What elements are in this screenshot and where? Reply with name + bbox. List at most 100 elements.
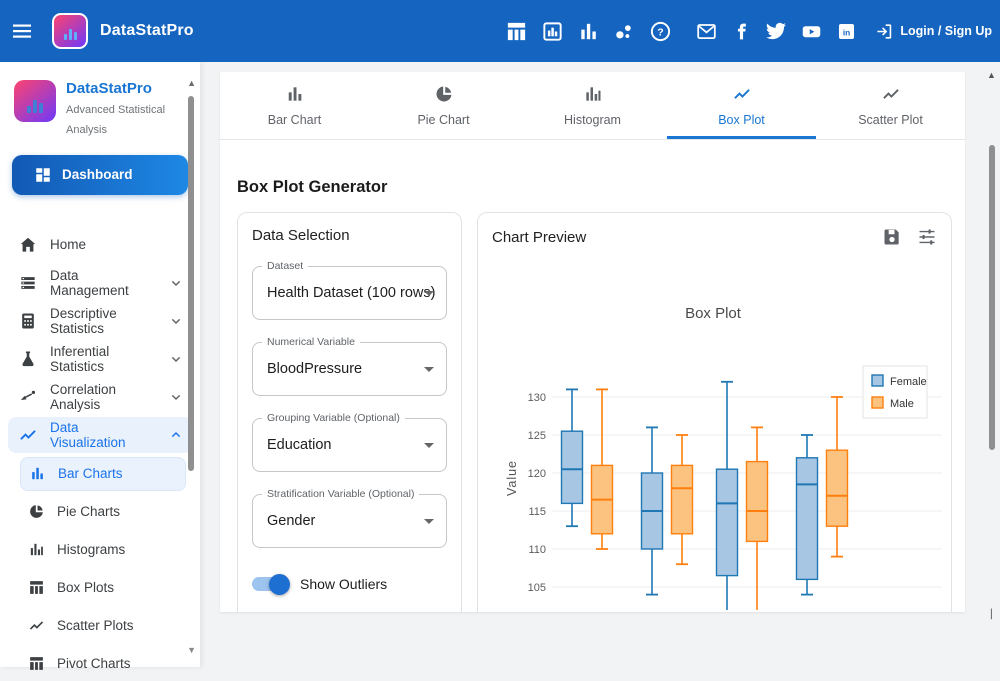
sidebar-scroll-down-arrow[interactable]: ▼ [187,645,196,655]
sidebar-subitem-label: Box Plots [57,580,115,596]
sidebar-item-data-visualization[interactable]: Data Visualization [8,416,192,453]
svg-text:130: 130 [528,392,546,404]
tab-label: Box Plot [718,113,765,127]
histogram-icon [28,541,45,558]
chart-settings-icon[interactable] [917,227,937,247]
numerical-variable-select[interactable]: Numerical Variable BloodPressure [252,336,447,396]
sidebar-subitem-histograms[interactable]: Histograms [20,533,186,567]
histogram-icon [583,84,603,104]
navbar-brand[interactable]: DataStatPro [52,13,194,49]
line-chart-icon [881,84,901,104]
stratification-variable-select[interactable]: Stratification Variable (Optional) Gende… [252,488,447,548]
chevron-up-icon [168,427,184,443]
sidebar-item-descriptive-statistics[interactable]: Descriptive Statistics [8,303,192,339]
dashboard-button[interactable]: Dashboard [12,154,188,195]
save-chart-icon[interactable] [882,227,902,247]
sidebar-subitem-box-plots[interactable]: Box Plots [20,571,186,605]
scroll-down-arrow[interactable]: ▏ [991,609,998,620]
table-chart-icon[interactable] [505,20,528,43]
svg-text:125: 125 [528,430,546,442]
sidebar-subitem-label: Pivot Charts [57,656,131,672]
sidebar-subitem-pivot-charts[interactable]: Pivot Charts [20,647,186,681]
sidebar-subitem-label: Bar Charts [58,466,123,482]
login-signup-button[interactable]: Login / Sign Up [875,22,992,41]
svg-text:Box Plot: Box Plot [685,305,742,322]
field-label: Grouping Variable (Optional) [262,412,405,424]
dataset-select[interactable]: Dataset Health Dataset (100 rows) [252,260,447,320]
show-outliers-label: Show Outliers [300,576,388,592]
chevron-down-icon [168,351,184,367]
sidebar-scrollbar-thumb[interactable] [188,96,194,471]
app-logo-icon [14,80,56,122]
bubble-chart-icon[interactable] [613,20,636,43]
sidebar-subitem-bar-charts[interactable]: Bar Charts [20,456,186,491]
chart-preview-panel: Chart Preview Box Plot 130 125 120 115 110 105… [477,212,952,612]
grouping-variable-select[interactable]: Grouping Variable (Optional) Education [252,412,447,472]
login-icon [877,23,892,39]
dashboard-icon [36,167,50,182]
tab-label: Scatter Plot [858,113,923,127]
chart-type-tabs: Bar Chart Pie Chart Histogram Box Plot S… [220,72,965,140]
sidebar-subitem-label: Pie Charts [57,504,121,520]
sidebar-item-label: Data Management [50,267,129,298]
sidebar-brand: DataStatPro [66,80,152,97]
field-value: BloodPressure [267,361,363,377]
analytics-chart-icon[interactable] [541,20,564,43]
email-icon[interactable] [696,21,717,42]
login-label: Login / Sign Up [900,24,992,38]
generator-panels: Data Selection Dataset Health Dataset (1… [237,212,965,612]
tab-pie-chart[interactable]: Pie Chart [369,72,518,139]
svg-text:Female: Female [890,376,927,388]
sidebar-header: DataStatPro Advanced Statistical Analysi… [0,62,200,141]
show-outliers-toggle[interactable] [252,573,290,595]
page-title: Box Plot Generator [237,178,388,196]
help-icon[interactable]: ? [649,20,672,43]
sidebar-item-inferential-statistics[interactable]: Inferential Statistics [8,341,192,377]
bar-chart-icon [285,84,305,104]
twitter-icon[interactable] [766,21,787,41]
home-icon [18,235,38,255]
sidebar-item-data-management[interactable]: Data Management [8,265,192,301]
scroll-up-arrow[interactable]: ▲ [987,70,996,80]
youtube-icon[interactable] [801,21,822,42]
tab-scatter-plot[interactable]: Scatter Plot [816,72,965,139]
field-value: Gender [267,513,316,529]
sidebar-item-correlation-analysis[interactable]: Correlation Analysis [8,379,192,415]
svg-text:Male: Male [890,398,914,410]
chevron-down-icon [168,275,184,291]
sidebar-item-label: Inferential Statistics [50,343,110,374]
main-scrollbar: ▲ ▏ [985,70,998,620]
app-title: DataStatPro [100,22,194,39]
tab-bar-chart[interactable]: Bar Chart [220,72,369,139]
chart-preview-header: Chart Preview [492,227,937,247]
sidebar-subitem-scatter-plots[interactable]: Scatter Plots [20,609,186,643]
sidebar-scroll-up-arrow[interactable]: ▲ [187,78,196,88]
dashboard-label: Dashboard [62,167,133,183]
field-value: Health Dataset (100 rows) [267,285,436,301]
linkedin-icon[interactable]: in [837,22,856,41]
main-content: Bar Chart Pie Chart Histogram Box Plot S… [200,62,1000,667]
top-navbar: DataStatPro ? in Login / Sign Up [0,0,1000,62]
field-value: Education [267,437,332,453]
sidebar-item-home[interactable]: Home [8,227,192,263]
dropdown-arrow-icon [424,367,434,372]
show-outliers-row: Show Outliers [252,573,447,595]
tab-histogram[interactable]: Histogram [518,72,667,139]
hamburger-menu-icon[interactable] [10,19,34,43]
bar-chart-icon[interactable] [577,20,600,43]
tab-box-plot[interactable]: Box Plot [667,72,816,139]
chevron-down-icon [168,313,184,329]
main-scrollbar-thumb[interactable] [989,145,995,450]
dropdown-arrow-icon [424,519,434,524]
facebook-icon[interactable] [732,22,751,41]
line-chart-icon [732,84,752,104]
sidebar-subitem-pie-charts[interactable]: Pie Charts [20,495,186,529]
svg-text:115: 115 [528,506,546,518]
box-plot-icon [28,579,45,596]
sidebar-item-label: Descriptive Statistics [50,305,117,336]
svg-text:110: 110 [528,544,546,556]
tab-label: Histogram [564,113,621,127]
pie-chart-icon [434,84,454,104]
chevron-down-icon [168,389,184,405]
svg-text:Value: Value [505,460,519,496]
